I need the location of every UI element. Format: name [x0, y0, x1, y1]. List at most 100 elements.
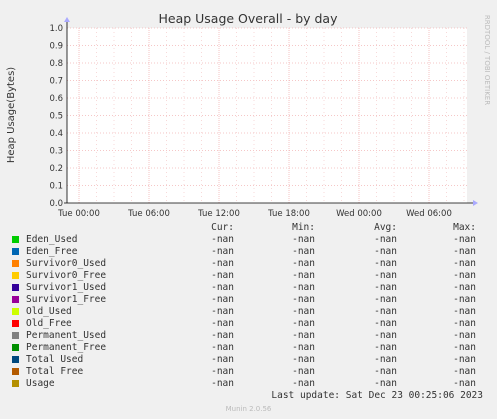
legend-min-value: -nan — [292, 330, 315, 341]
legend-swatch — [12, 260, 19, 267]
legend-row: Eden_Used -nan -nan -nan -nan — [12, 234, 482, 246]
legend-max-value: -nan — [453, 342, 476, 353]
rrdtool-credit: RRDTOOL / TOBI OETIKER — [483, 15, 491, 105]
legend-min-value: -nan — [292, 342, 315, 353]
y-tick-label: 0.5 — [49, 112, 63, 122]
legend-cur-value: -nan — [211, 270, 234, 281]
legend-max-value: -nan — [453, 270, 476, 281]
munin-footer: Munin 2.0.56 — [225, 405, 272, 413]
y-tick-label: 1.0 — [49, 24, 63, 34]
legend-cur-value: -nan — [211, 318, 234, 329]
header-min: Min: — [292, 222, 315, 233]
last-update: Last update: Sat Dec 23 00:25:06 2023 — [271, 390, 483, 401]
legend-min-value: -nan — [292, 378, 315, 389]
legend-max-value: -nan — [453, 318, 476, 329]
legend-row: Survivor1_Free -nan -nan -nan -nan — [12, 294, 482, 306]
y-axis-label: Heap Usage(Bytes) — [6, 67, 17, 163]
legend-swatch — [12, 248, 19, 255]
y-axis-arrow — [64, 17, 70, 22]
legend-series-name: Survivor1_Used — [26, 282, 107, 293]
legend-series-name: Survivor1_Free — [26, 294, 107, 305]
y-tick-label: 0.8 — [49, 59, 63, 69]
legend-max-value: -nan — [453, 234, 476, 245]
legend-avg-value: -nan — [374, 330, 397, 341]
legend-min-value: -nan — [292, 306, 315, 317]
chart-title: Heap Usage Overall - by day — [158, 11, 338, 26]
legend-avg-value: -nan — [374, 258, 397, 269]
legend-max-value: -nan — [453, 246, 476, 257]
legend-swatch — [12, 332, 19, 339]
legend-swatch — [12, 272, 19, 279]
legend-series-name: Permanent_Used — [26, 330, 107, 341]
legend-header: Cur: Min: Avg: Max: — [12, 222, 482, 234]
legend-series-name: Usage — [26, 378, 55, 389]
legend-series-name: Eden_Used — [26, 234, 78, 245]
legend-series-name: Survivor0_Used — [26, 258, 107, 269]
y-tick-label: 0.4 — [49, 129, 63, 139]
legend-series-name: Old_Used — [26, 306, 72, 317]
legend-avg-value: -nan — [374, 234, 397, 245]
legend-max-value: -nan — [453, 258, 476, 269]
legend-row: Survivor0_Free -nan -nan -nan -nan — [12, 270, 482, 282]
header-cur: Cur: — [211, 222, 234, 233]
legend-max-value: -nan — [453, 306, 476, 317]
legend-min-value: -nan — [292, 282, 315, 293]
x-axis-ticks: Tue 00:00 Tue 06:00 Tue 12:00 Tue 18:00 Wed … — [57, 209, 452, 219]
legend-min-value: -nan — [292, 354, 315, 365]
legend-swatch — [12, 236, 19, 243]
y-tick-label: 0.6 — [49, 94, 63, 104]
legend-series-name: Total Free — [26, 366, 84, 377]
legend-avg-value: -nan — [374, 366, 397, 377]
legend-row: Usage -nan -nan -nan -nan — [12, 378, 482, 390]
legend-row: Survivor0_Used -nan -nan -nan -nan — [12, 258, 482, 270]
legend-max-value: -nan — [453, 366, 476, 377]
legend-swatch — [12, 284, 19, 291]
y-axis-ticks: 0.0 0.1 0.2 0.3 0.4 0.5 0.6 0.7 0.8 0.9 1.0 — [49, 24, 63, 209]
x-axis-arrow — [473, 200, 478, 206]
legend-cur-value: -nan — [211, 306, 234, 317]
legend-row: Survivor1_Used -nan -nan -nan -nan — [12, 282, 482, 294]
legend-row: Old_Used -nan -nan -nan -nan — [12, 306, 482, 318]
header-avg: Avg: — [374, 222, 397, 233]
legend-series-name: Survivor0_Free — [26, 270, 107, 281]
legend-max-value: -nan — [453, 282, 476, 293]
legend-avg-value: -nan — [374, 378, 397, 389]
legend-row: Eden_Free -nan -nan -nan -nan — [12, 246, 482, 258]
x-tick-label: Tue 18:00 — [267, 209, 310, 219]
heap-usage-chart: 0.0 0.1 0.2 0.3 0.4 0.5 0.6 0.7 0.8 0.9 1.0 Tue 00… — [6, 11, 491, 219]
legend-cur-value: -nan — [211, 378, 234, 389]
x-tick-label: Tue 06:00 — [127, 209, 170, 219]
legend-swatch — [12, 320, 19, 327]
legend-swatch — [12, 368, 19, 375]
legend-avg-value: -nan — [374, 282, 397, 293]
y-tick-label: 0.7 — [49, 77, 63, 87]
legend-min-value: -nan — [292, 234, 315, 245]
legend-swatch — [12, 380, 19, 387]
legend-cur-value: -nan — [211, 342, 234, 353]
legend-row: Total Free -nan -nan -nan -nan — [12, 366, 482, 378]
legend-min-value: -nan — [292, 318, 315, 329]
x-tick-label: Tue 00:00 — [57, 209, 100, 219]
y-tick-label: 0.3 — [49, 147, 63, 157]
legend-avg-value: -nan — [374, 342, 397, 353]
header-max: Max: — [453, 222, 476, 233]
legend-avg-value: -nan — [374, 354, 397, 365]
legend-min-value: -nan — [292, 294, 315, 305]
legend-max-value: -nan — [453, 294, 476, 305]
legend-series-name: Total Used — [26, 354, 84, 365]
legend-min-value: -nan — [292, 246, 315, 257]
legend-avg-value: -nan — [374, 270, 397, 281]
x-tick-label: Wed 00:00 — [336, 209, 382, 219]
legend-cur-value: -nan — [211, 282, 234, 293]
legend-row: Permanent_Used -nan -nan -nan -nan — [12, 330, 482, 342]
y-tick-label: 0.1 — [49, 182, 63, 192]
legend-avg-value: -nan — [374, 294, 397, 305]
legend-row: Total Used -nan -nan -nan -nan — [12, 354, 482, 366]
legend-min-value: -nan — [292, 366, 315, 377]
x-tick-label: Wed 06:00 — [406, 209, 452, 219]
legend-avg-value: -nan — [374, 306, 397, 317]
legend-cur-value: -nan — [211, 366, 234, 377]
legend-max-value: -nan — [453, 378, 476, 389]
legend-min-value: -nan — [292, 270, 315, 281]
legend-cur-value: -nan — [211, 294, 234, 305]
